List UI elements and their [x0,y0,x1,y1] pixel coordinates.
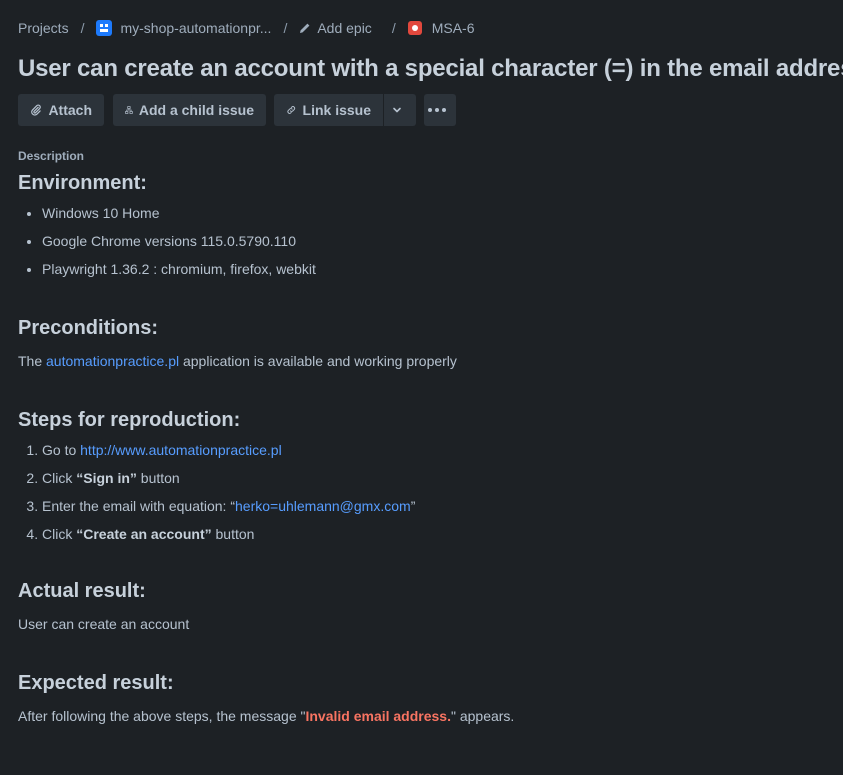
issue-toolbar: Attach Add a child issue Link issue [18,94,456,126]
preconditions-prefix: The [18,353,47,369]
issue-description[interactable]: Description Environment: Windows 10 Home… [18,148,828,726]
attach-label: Attach [48,102,92,118]
step-item: Click “Sign in” button [42,468,828,488]
environment-list: Windows 10 Home Google Chrome versions 1… [18,203,828,279]
steps-heading: Steps for reproduction: [18,409,241,431]
steps-list: Go to http://www.automationpractice.pl C… [18,440,828,544]
step-bold: “Create an account” [76,526,212,542]
step-bold: “Sign in” [76,470,137,486]
step-item: Enter the email with equation: “herko=uh… [42,496,828,516]
expected-prefix: After following the above steps, the mes… [18,708,306,724]
hierarchy-icon [125,106,133,114]
breadcrumb-project[interactable]: my-shop-automationpr... [96,20,271,36]
step-text: button [136,470,180,486]
breadcrumb-separator: / [391,20,396,36]
paperclip-icon [31,104,41,116]
breadcrumb-separator: / [80,20,85,36]
project-icon [96,20,113,36]
attach-button[interactable]: Attach [18,94,104,126]
step-text: Click [42,526,77,542]
list-item: Playwright 1.36.2 : chromium, firefox, w… [42,259,828,279]
breadcrumb-issue[interactable]: MSA-6 [407,20,475,36]
actual-result-heading: Actual result: [18,580,146,602]
expected-result-heading: Expected result: [18,672,174,694]
more-icon [428,108,446,112]
link-issue-dropdown-button[interactable] [384,94,416,126]
step-text: button [211,526,255,542]
link-icon [287,106,296,114]
pencil-icon [299,22,311,34]
breadcrumb: Projects / my-shop-automationpr... / Add… [18,18,475,38]
list-item: Google Chrome versions 115.0.5790.110 [42,231,828,251]
actual-result-text: User can create an account [18,616,190,632]
list-item: Windows 10 Home [42,203,828,223]
link-issue-button[interactable]: Link issue [274,94,383,126]
preconditions-suffix: application is available and working pro… [179,353,457,369]
link-issue-label: Link issue [302,102,371,118]
issue-key: MSA-6 [431,20,475,36]
step-text: ” [410,498,416,514]
preconditions-heading: Preconditions: [18,317,159,339]
environment-heading: Environment: [18,172,147,194]
breadcrumb-project-label: my-shop-automationpr... [120,20,272,36]
more-actions-button[interactable] [424,94,456,126]
error-message-highlight: Invalid email address. [305,708,451,724]
step-email-link[interactable]: herko=uhlemann@gmx.com [235,498,411,514]
step-item: Go to http://www.automationpractice.pl [42,440,828,460]
step-text: Go to [42,442,81,458]
add-epic-label: Add epic [317,20,372,36]
add-epic-button[interactable]: Add epic [299,20,372,36]
expected-result-text: After following the above steps, the mes… [18,706,828,726]
chevron-down-icon [393,107,401,113]
bug-icon [407,21,422,35]
step-text: Click [42,470,77,486]
step-text: Enter the email with equation: “ [42,498,235,514]
preconditions-link[interactable]: automationpractice.pl [46,353,179,369]
expected-suffix: " appears. [450,708,515,724]
issue-title[interactable]: User can create an account with a specia… [18,55,843,83]
breadcrumb-separator: / [283,20,288,36]
breadcrumb-projects[interactable]: Projects [18,20,69,36]
add-child-issue-label: Add a child issue [138,102,254,118]
add-child-issue-button[interactable]: Add a child issue [113,94,266,126]
step-item: Click “Create an account” button [42,524,828,544]
description-label: Description [18,149,85,163]
preconditions-text: The automationpractice.pl application is… [18,351,828,371]
step-link[interactable]: http://www.automationpractice.pl [80,442,282,458]
